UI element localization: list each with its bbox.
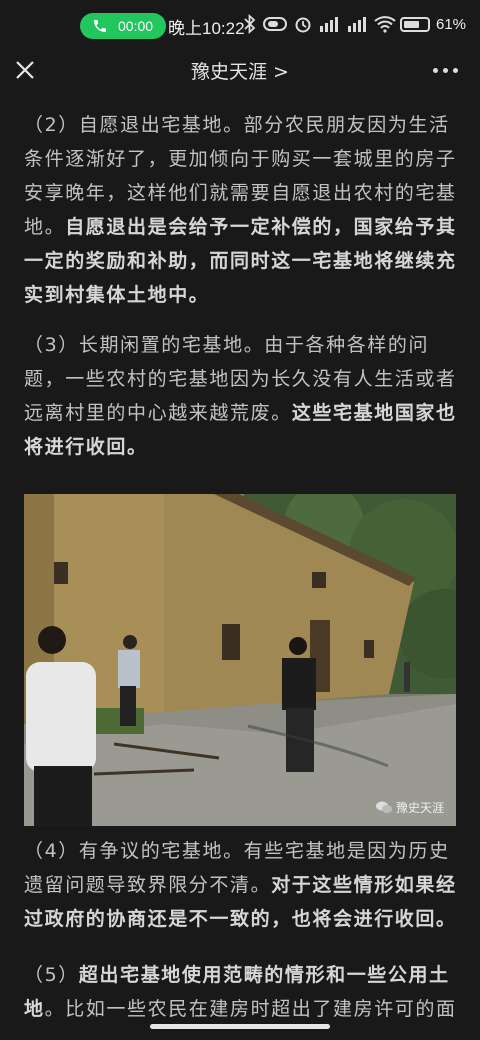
battery-percent: 61%: [436, 16, 467, 33]
status-icons: [244, 14, 396, 34]
home-indicator[interactable]: [150, 1024, 330, 1029]
watermark-text: 豫史天涯: [395, 801, 444, 815]
battery-icon: [400, 17, 430, 32]
status-bar: 00:00 晚上10:22 61%: [0, 0, 480, 52]
paragraph-5-prefix: （5）: [24, 964, 79, 986]
account-title[interactable]: 豫史天涯 >: [0, 57, 480, 84]
call-indicator[interactable]: 00:00: [80, 13, 166, 39]
wifi-icon: [374, 16, 396, 33]
wechat-logo-icon: [375, 801, 392, 813]
more-options-icon[interactable]: [433, 68, 458, 73]
rural-house-illustration: [24, 494, 456, 826]
top-nav: 豫史天涯 >: [0, 52, 480, 88]
call-timer: 00:00: [118, 18, 154, 34]
signal-icon-1: [320, 17, 338, 32]
paragraph-5-text: 。比如一些农民在建房时超出了建房许可的面: [44, 998, 457, 1020]
vibrate-icon: [263, 17, 287, 31]
paragraph-4: （4）有争议的宅基地。有些宅基地是因为历史遗留问题导致界限分不清。对于这些情形如…: [24, 834, 464, 936]
clock: 晚上10:22: [168, 19, 245, 38]
paragraph-5: （5）超出宅基地使用范畴的情形和一些公用土地。比如一些农民在建房时超出了建房许可…: [24, 958, 464, 1026]
alarm-icon: [295, 17, 311, 33]
signal-icon-2: [348, 17, 366, 32]
paragraph-2: （2）自愿退出宅基地。部分农民朋友因为生活条件逐渐好了，更加倾向于购买一套城里的…: [24, 108, 464, 312]
article-photo[interactable]: 豫史天涯: [24, 494, 456, 826]
phone-icon: [94, 20, 106, 32]
bluetooth-icon: [244, 14, 256, 34]
paragraph-2-bold: 自愿退出是会给予一定补偿的，国家给予其一定的奖励和补助，而同时这一宅基地将继续充…: [24, 216, 457, 306]
image-watermark: 豫史天涯: [375, 799, 444, 816]
paragraph-3: （3）长期闲置的宅基地。由于各种各样的问题，一些农村的宅基地因为长久没有人生活或…: [24, 328, 464, 464]
